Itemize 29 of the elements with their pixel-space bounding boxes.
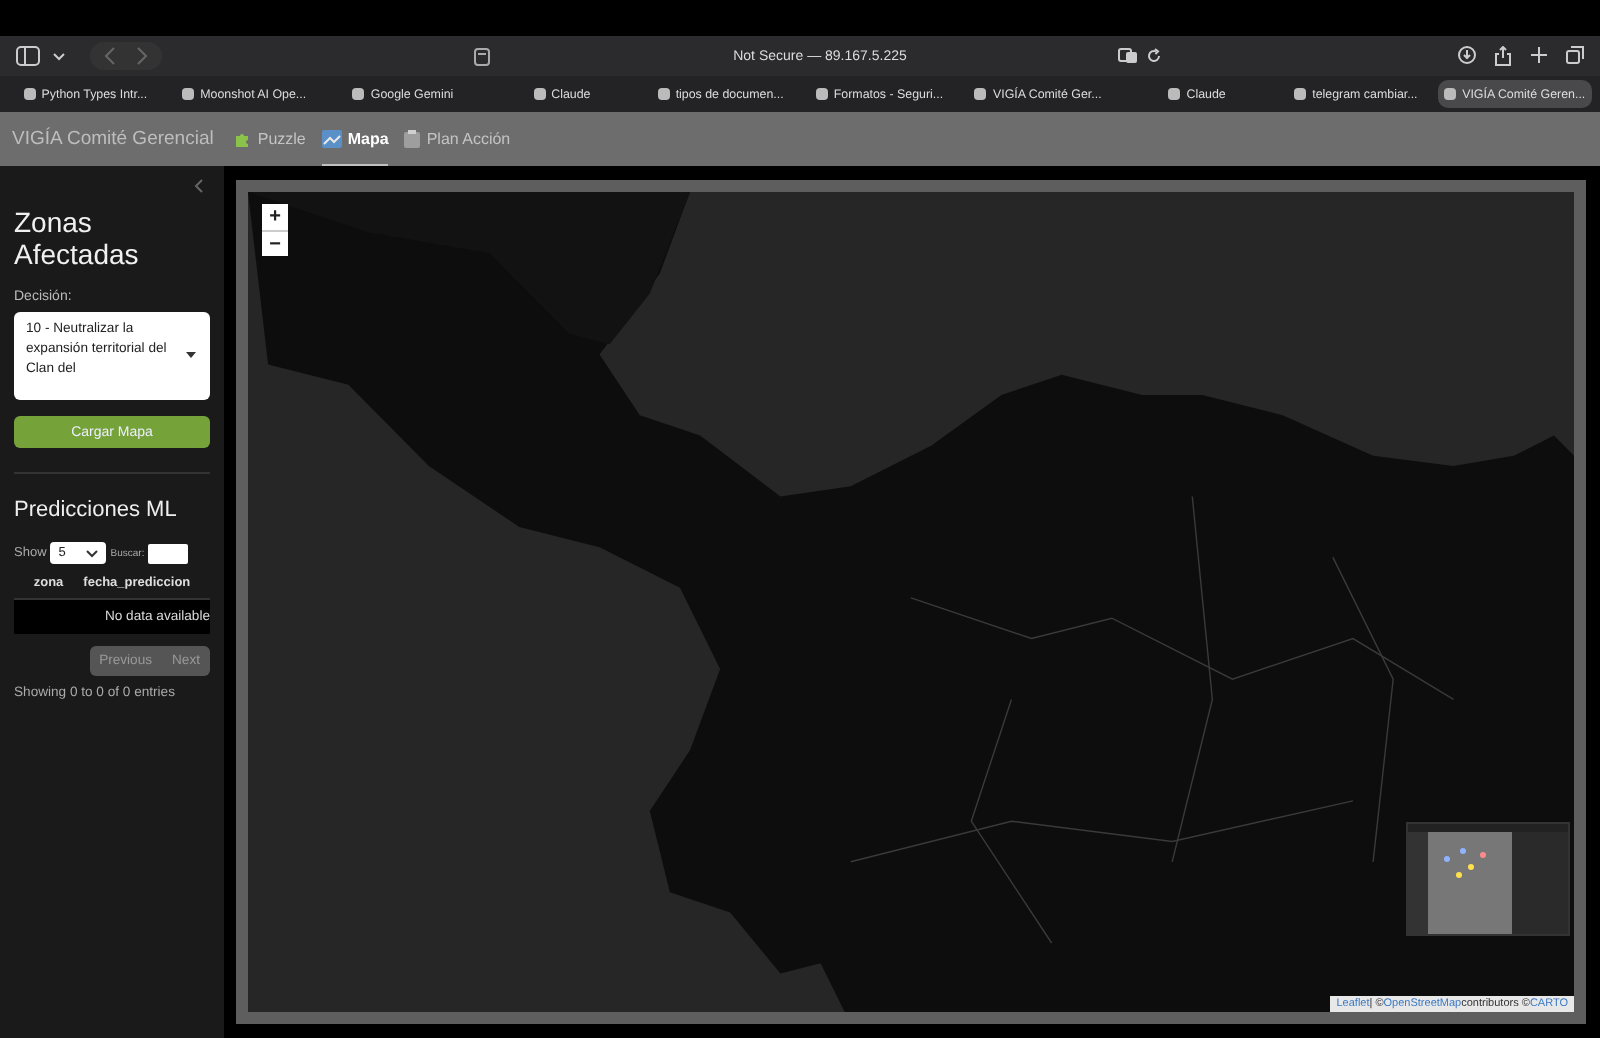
favicon-icon	[657, 88, 670, 100]
app-title: VIGÍA Comité Gerencial	[12, 128, 214, 150]
sidebar-icon[interactable]	[16, 46, 40, 66]
sidebar-heading: Zonas Afectadas	[14, 206, 141, 271]
puzzle-icon	[233, 129, 252, 147]
page-icon	[474, 47, 490, 65]
chevron-down-icon	[86, 549, 99, 558]
section-heading: Predicciones ML	[14, 498, 179, 523]
favicon-icon	[23, 88, 36, 100]
tab-overview-icon[interactable]	[1566, 46, 1584, 64]
new-tab-icon[interactable]	[1530, 46, 1548, 64]
favicon-icon	[1168, 88, 1181, 100]
translate-icon[interactable]	[1118, 48, 1138, 64]
search-field[interactable]	[148, 543, 189, 564]
reload-icon[interactable]	[1146, 48, 1162, 64]
favicon-icon	[352, 88, 365, 100]
favicon-icon	[533, 88, 546, 100]
download-icon[interactable]	[1458, 46, 1476, 64]
favicon-icon	[182, 88, 195, 100]
zoom-out-button[interactable]: −	[262, 230, 288, 256]
collapse-icon[interactable]	[192, 178, 204, 194]
favicon-icon	[1444, 88, 1457, 100]
favicon-icon	[974, 88, 987, 100]
clipboard-icon	[404, 129, 421, 147]
share-icon[interactable]	[1494, 46, 1512, 66]
dropdown-caret-icon	[186, 352, 196, 359]
favicon-icon	[1294, 88, 1307, 100]
chevron-down-icon[interactable]	[52, 51, 66, 61]
favicon-icon	[815, 88, 828, 100]
